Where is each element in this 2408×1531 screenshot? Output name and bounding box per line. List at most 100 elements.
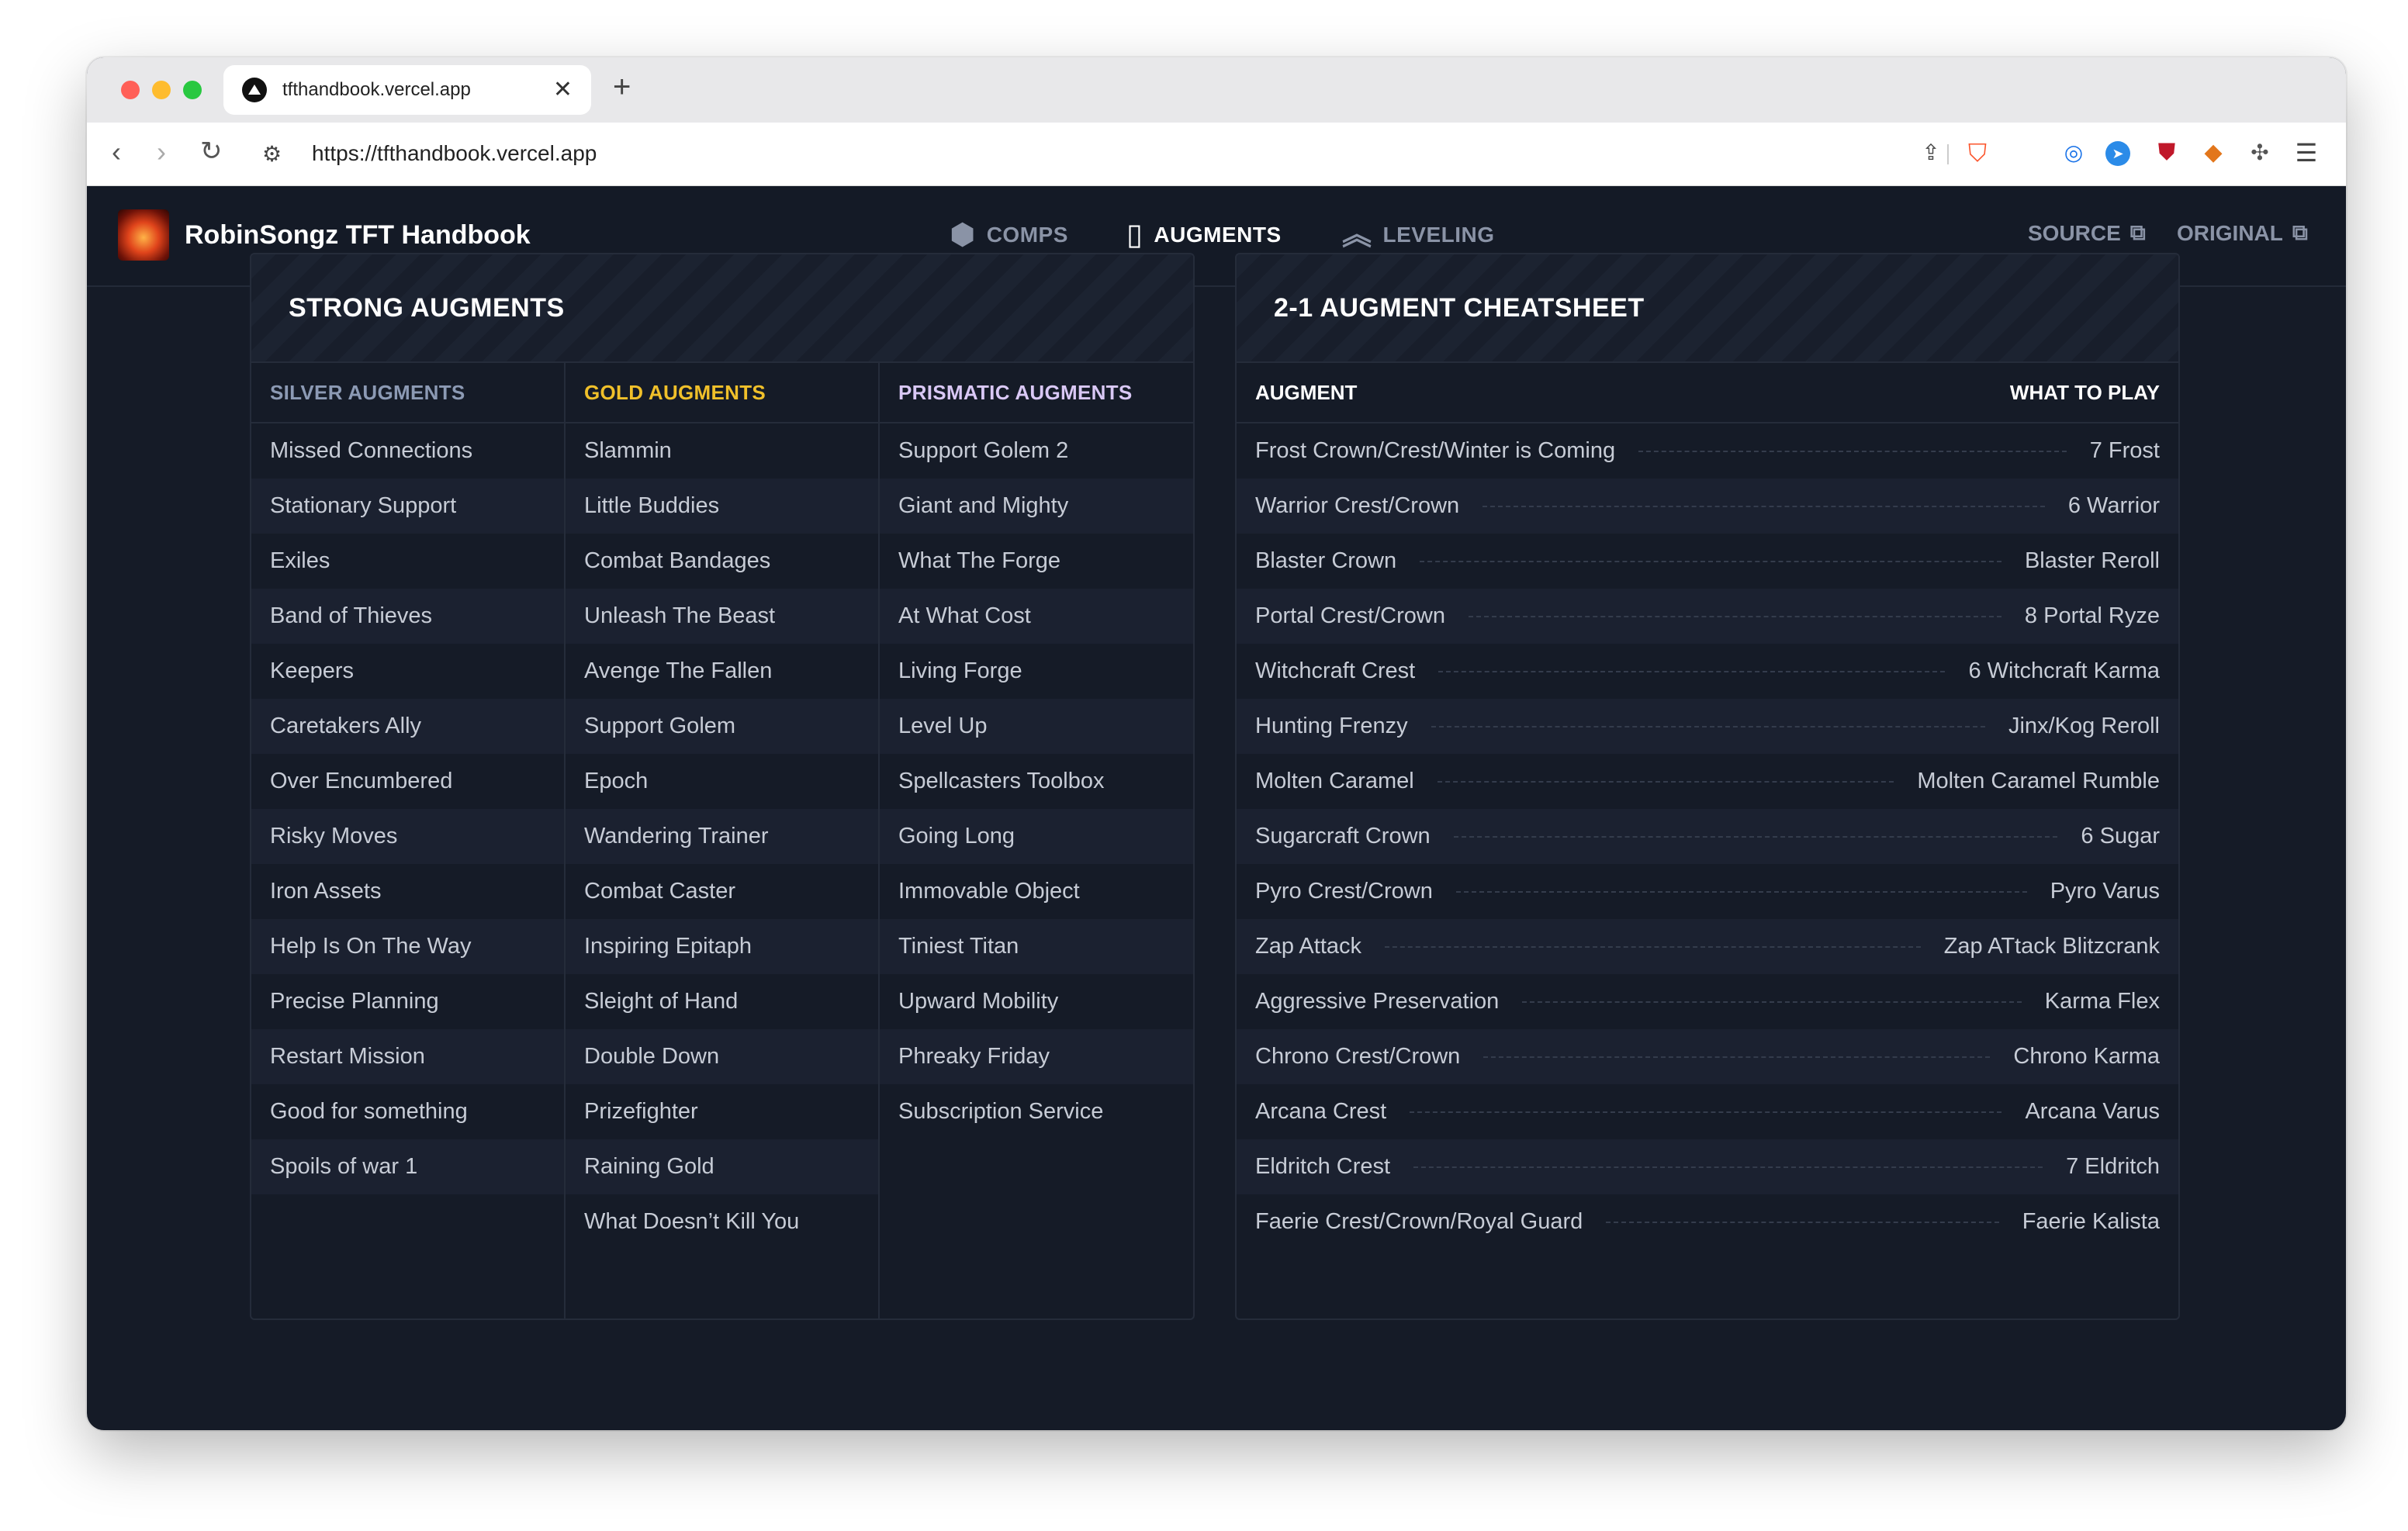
cheatsheet-play: 8 Portal Ryze	[2024, 603, 2160, 628]
browser-toolbar: ‹ › ↻ ⚙ https://tfthandbook.vercel.app ⇪…	[87, 123, 2346, 186]
cheatsheet-augment: Eldritch Crest	[1255, 1154, 1391, 1179]
tab-close-icon[interactable]: ✕	[553, 78, 573, 102]
cheatsheet-panel: 2-1 AUGMENT CHEATSHEET AUGMENT WHAT TO P…	[1235, 253, 2180, 1320]
share-icon[interactable]: ⇪	[1916, 138, 1946, 168]
cheatsheet-column-headers: AUGMENT WHAT TO PLAY	[1237, 363, 2178, 423]
cheatsheet-row: Faerie Crest/Crown/Royal Guard Faerie Kal…	[1237, 1194, 2178, 1249]
ublock-shield-icon[interactable]: ⛊	[2152, 138, 2181, 168]
augment-item: What The Forge	[898, 548, 1061, 573]
app-brand-title[interactable]: RobinSongz TFT Handbook	[185, 220, 531, 251]
close-window-button[interactable]	[121, 81, 140, 99]
cubes-icon: ⬢	[950, 219, 976, 251]
augment-item: Good for something	[270, 1099, 468, 1124]
cheatsheet-list: Frost Crown/Crest/Winter is Coming 7 Fros…	[1237, 423, 2178, 1249]
augment-item: Help Is On The Way	[251, 919, 564, 974]
nav-leveling[interactable]: ︽ LEVELING	[1342, 220, 1495, 250]
cheatsheet-augment: Portal Crest/Crown	[1255, 603, 1445, 628]
original-link[interactable]: ORIGINAL ⧉	[2177, 220, 2308, 246]
cheatsheet-row: Portal Crest/Crown 8 Portal Ryze	[1237, 589, 2178, 644]
augment-column-header: AUGMENT	[1255, 380, 1358, 404]
source-link[interactable]: SOURCE ⧉	[2028, 220, 2146, 246]
augment-item: Over Encumbered	[270, 769, 453, 793]
cheatsheet-augment: Arcana Crest	[1255, 1099, 1387, 1124]
augment-item: Wandering Trainer	[566, 809, 878, 864]
cheatsheet-augment: Warrior Crest/Crown	[1255, 493, 1460, 518]
new-tab-button[interactable]: +	[613, 71, 631, 102]
augment-item: Stationary Support	[251, 479, 564, 534]
augment-item: Exiles	[270, 548, 330, 573]
brave-shield-icon[interactable]: ⛉	[1963, 138, 1992, 168]
metamask-fox-icon[interactable]: ◆	[2199, 138, 2228, 168]
cheatsheet-augment: Witchcraft Crest	[1255, 658, 1416, 683]
source-link-label: SOURCE	[2028, 220, 2121, 245]
dotted-leader	[1413, 1166, 2043, 1168]
augment-item: Sleight of Hand	[584, 989, 739, 1014]
augment-tier-columns: SILVER AUGMENTS Missed Connections Statio…	[251, 363, 1193, 1318]
cheatsheet-play: 6 Sugar	[2081, 824, 2160, 848]
dotted-leader	[1606, 1221, 1999, 1223]
maximize-window-button[interactable]	[183, 81, 202, 99]
augment-item: Spellcasters Toolbox	[898, 769, 1105, 793]
site-settings-icon[interactable]: ⚙	[262, 141, 282, 167]
menu-icon[interactable]: ☰	[2292, 138, 2321, 168]
cheatsheet-play: 6 Witchcraft Karma	[1968, 658, 2160, 683]
original-link-label: ORIGINAL	[2177, 220, 2283, 245]
tab-title: tfthandbook.vercel.app	[282, 79, 471, 100]
cheatsheet-row: Sugarcraft Crown 6 Sugar	[1237, 809, 2178, 864]
dotted-leader	[1437, 780, 1894, 783]
augment-item: Subscription Service	[898, 1099, 1104, 1124]
augment-item: At What Cost	[880, 589, 1193, 644]
augment-item: Double Down	[566, 1029, 878, 1084]
augment-item: Caretakers Ally	[251, 699, 564, 754]
nav-comps-label: COMPS	[986, 223, 1068, 247]
nav-augments-label: AUGMENTS	[1154, 223, 1282, 247]
external-link-icon: ⧉	[2292, 220, 2308, 244]
address-bar[interactable]: https://tfthandbook.vercel.app	[312, 141, 597, 166]
strong-augments-header: STRONG AUGMENTS	[251, 254, 1193, 363]
gold-header: GOLD AUGMENTS	[566, 363, 878, 423]
strong-augments-title: STRONG AUGMENTS	[289, 292, 565, 323]
augment-item: Level Up	[880, 699, 1193, 754]
augment-item: Giant and Mighty	[880, 479, 1193, 534]
cheatsheet-play: Molten Caramel Rumble	[1917, 769, 2160, 793]
cheatsheet-augment: Molten Caramel	[1255, 769, 1414, 793]
cheatsheet-play: Faerie Kalista	[2022, 1209, 2160, 1234]
extension-lens-icon[interactable]: ◎	[2059, 138, 2088, 168]
what-to-play-column-header: WHAT TO PLAY	[2009, 380, 2160, 404]
extensions-puzzle-icon[interactable]: ✣	[2245, 138, 2275, 168]
toolbar-divider	[1947, 144, 1949, 164]
browser-tab[interactable]: tfthandbook.vercel.app ✕	[223, 65, 591, 115]
dotted-leader	[1453, 835, 2058, 838]
cheatsheet-play: Karma Flex	[2044, 989, 2160, 1014]
augment-item: Raining Gold	[566, 1139, 878, 1194]
cheatsheet-augment: Pyro Crest/Crown	[1255, 879, 1433, 904]
augment-item: Slammin	[584, 438, 672, 463]
tab-strip: tfthandbook.vercel.app ✕ +	[87, 57, 2346, 123]
cheatsheet-row: Aggressive Preservation Karma Flex	[1237, 974, 2178, 1029]
augment-item: Keepers	[270, 658, 355, 683]
cheatsheet-augment: Aggressive Preservation	[1255, 989, 1500, 1014]
cheatsheet-augment: Chrono Crest/Crown	[1255, 1044, 1461, 1069]
cheatsheet-augment: Frost Crown/Crest/Winter is Coming	[1255, 438, 1616, 463]
forward-arrow-icon[interactable]: ›	[157, 138, 166, 166]
dotted-leader	[1385, 945, 1921, 948]
nav-augments[interactable]: ▯ AUGMENTS	[1126, 220, 1282, 250]
cheatsheet-row: Chrono Crest/Crown Chrono Karma	[1237, 1029, 2178, 1084]
cheatsheet-augment: Blaster Crown	[1255, 548, 1397, 573]
augment-item: Support Golem 2	[898, 438, 1069, 463]
back-arrow-icon[interactable]: ‹	[112, 138, 121, 166]
nav-comps[interactable]: ⬢ COMPS	[950, 220, 1068, 250]
augment-item: What Doesn’t Kill You	[584, 1209, 800, 1234]
reload-icon[interactable]: ↻	[200, 138, 223, 164]
extension-compass-icon[interactable]: ➤	[2105, 141, 2130, 166]
cheatsheet-play: Blaster Reroll	[2024, 548, 2160, 573]
augment-item: Band of Thieves	[251, 589, 564, 644]
dotted-leader	[1455, 890, 2027, 893]
cheatsheet-row: Blaster Crown Blaster Reroll	[1237, 534, 2178, 589]
cheatsheet-play: Jinx/Kog Reroll	[2008, 714, 2160, 738]
cheatsheet-title: 2-1 AUGMENT CHEATSHEET	[1274, 292, 1645, 323]
cheatsheet-row: Witchcraft Crest 6 Witchcraft Karma	[1237, 644, 2178, 699]
minimize-window-button[interactable]	[152, 81, 171, 99]
augment-item: Inspiring Epitaph	[566, 919, 878, 974]
app-logo[interactable]	[118, 209, 169, 261]
